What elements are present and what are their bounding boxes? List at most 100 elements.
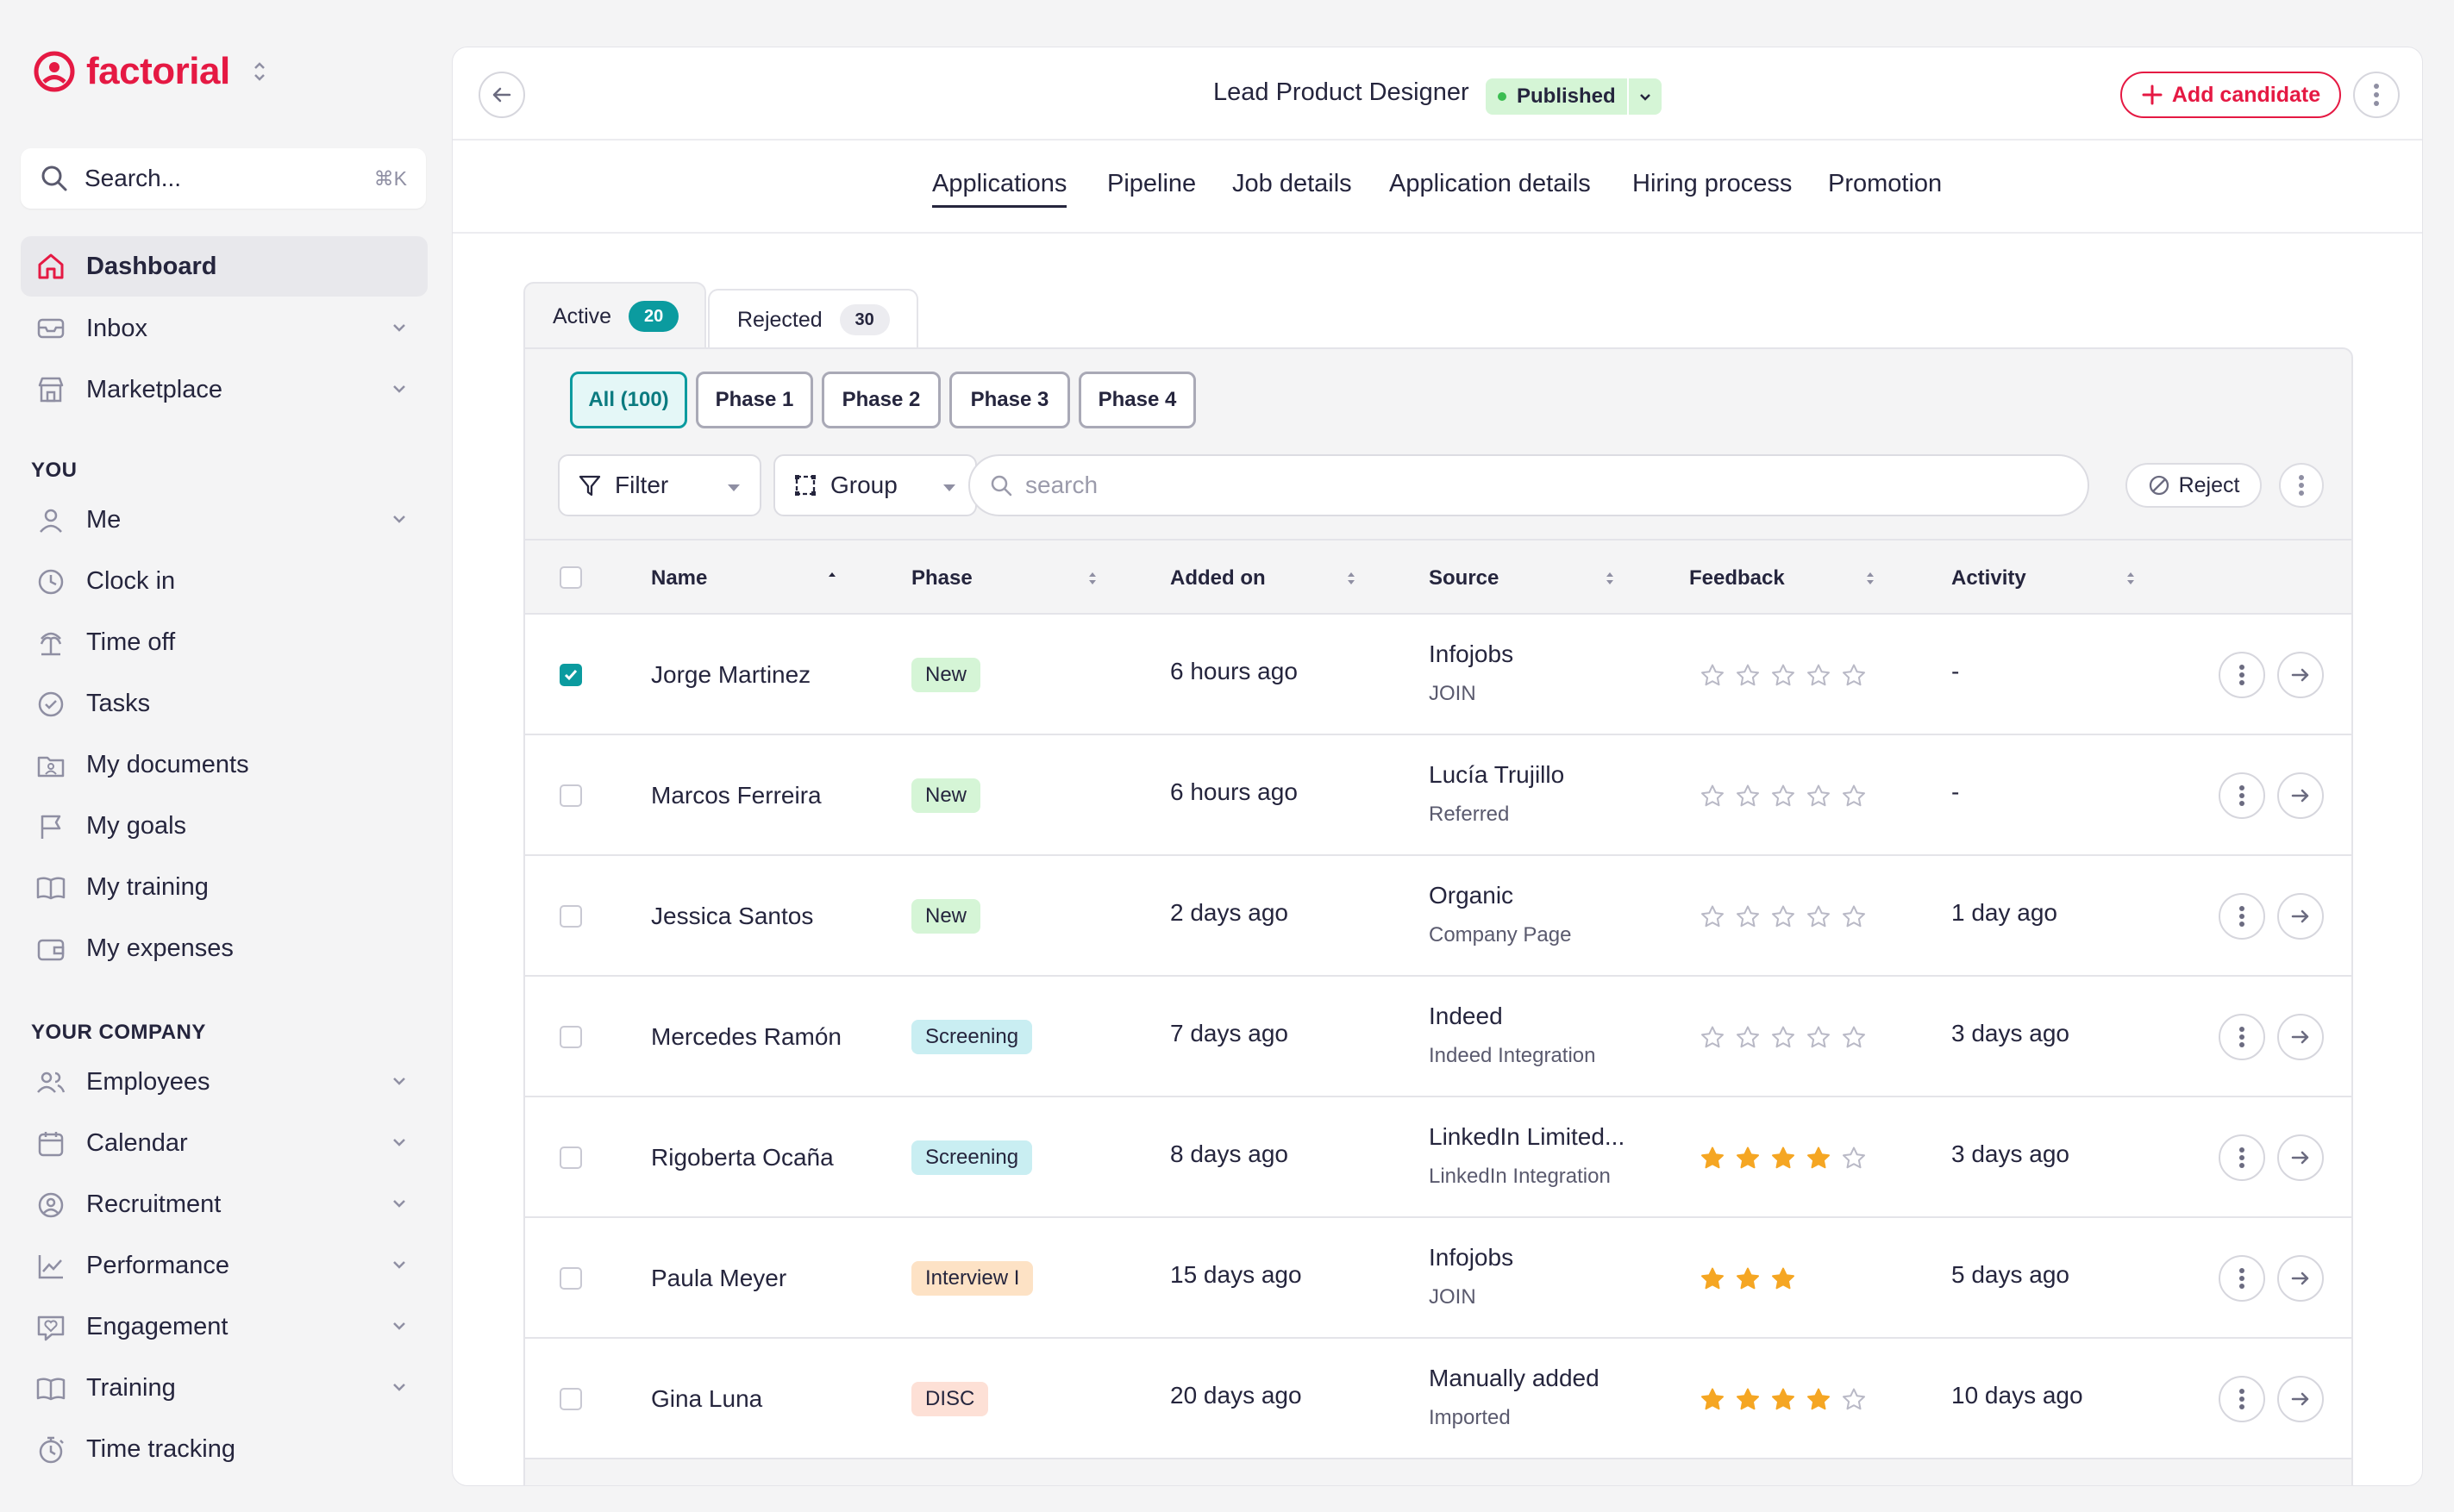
star-empty-icon[interactable] xyxy=(1700,904,1725,930)
add-candidate-button[interactable]: Add candidate xyxy=(2120,72,2341,118)
star-filled-icon[interactable] xyxy=(1735,1387,1761,1413)
column-header-source[interactable]: Source xyxy=(1429,566,1499,590)
row-checkbox[interactable] xyxy=(560,664,582,686)
candidate-name[interactable]: Marcos Ferreira xyxy=(651,778,875,813)
column-header-added-on[interactable]: Added on xyxy=(1170,566,1266,590)
sort-icon[interactable] xyxy=(2125,570,2136,587)
phase-filter-all[interactable]: All (100) xyxy=(570,372,687,428)
sidebar-item-my-training[interactable]: My training xyxy=(21,857,428,918)
header-more-button[interactable] xyxy=(2353,72,2400,118)
open-candidate-button[interactable] xyxy=(2277,652,2324,698)
panel-more-button[interactable] xyxy=(2279,463,2324,508)
phase-filter-1[interactable]: Phase 1 xyxy=(696,372,813,428)
star-empty-icon[interactable] xyxy=(1841,1146,1867,1171)
row-more-button[interactable] xyxy=(2219,1134,2265,1181)
star-filled-icon[interactable] xyxy=(1700,1146,1725,1171)
tab-pipeline[interactable]: Pipeline xyxy=(1107,170,1196,205)
star-empty-icon[interactable] xyxy=(1841,784,1867,809)
sidebar-item-time-tracking[interactable]: Time tracking xyxy=(21,1419,428,1480)
star-filled-icon[interactable] xyxy=(1806,1387,1831,1413)
open-candidate-button[interactable] xyxy=(2277,772,2324,819)
star-empty-icon[interactable] xyxy=(1841,904,1867,930)
filter-dropdown[interactable]: Filter xyxy=(558,454,761,516)
star-empty-icon[interactable] xyxy=(1700,663,1725,689)
column-header-phase[interactable]: Phase xyxy=(911,566,973,590)
sidebar-item-calendar[interactable]: Calendar xyxy=(21,1113,428,1174)
star-filled-icon[interactable] xyxy=(1735,1266,1761,1292)
star-filled-icon[interactable] xyxy=(1770,1146,1796,1171)
subtab-active[interactable]: Active 20 xyxy=(523,282,706,349)
row-checkbox[interactable] xyxy=(560,784,582,807)
status-caret[interactable] xyxy=(1627,78,1662,115)
open-candidate-button[interactable] xyxy=(2277,1255,2324,1302)
table-row[interactable]: Mercedes Ramón Screening 7 days ago Indeed I… xyxy=(525,977,2351,1097)
table-row[interactable]: Marcos Ferreira New 6 hours ago Lucía Truji… xyxy=(525,735,2351,856)
star-empty-icon[interactable] xyxy=(1806,784,1831,809)
star-empty-icon[interactable] xyxy=(1841,1387,1867,1413)
candidate-name[interactable]: Jessica Santos xyxy=(651,899,875,934)
table-row[interactable]: Paula Meyer Interview I 15 days ago Infojob… xyxy=(525,1218,2351,1339)
sidebar-item-recruitment[interactable]: Recruitment xyxy=(21,1174,428,1235)
star-empty-icon[interactable] xyxy=(1806,1025,1831,1051)
tab-hiring-process[interactable]: Hiring process xyxy=(1632,170,1792,205)
candidate-name[interactable]: Paula Meyer xyxy=(651,1261,875,1296)
star-empty-icon[interactable] xyxy=(1770,663,1796,689)
star-empty-icon[interactable] xyxy=(1841,1025,1867,1051)
status-dropdown[interactable]: Published xyxy=(1486,78,1662,115)
sort-asc-icon[interactable] xyxy=(827,570,837,587)
row-checkbox[interactable] xyxy=(560,1026,582,1048)
select-all-checkbox[interactable] xyxy=(560,566,582,589)
star-empty-icon[interactable] xyxy=(1735,904,1761,930)
sidebar-item-inbox[interactable]: Inbox xyxy=(21,298,428,359)
subtab-rejected[interactable]: Rejected 30 xyxy=(708,289,918,349)
sidebar-item-dashboard[interactable]: Dashboard xyxy=(21,236,428,297)
sort-icon[interactable] xyxy=(1346,570,1356,587)
row-more-button[interactable] xyxy=(2219,1014,2265,1060)
tab-applications[interactable]: Applications xyxy=(932,170,1067,208)
sidebar-item-training[interactable]: Training xyxy=(21,1358,428,1419)
open-candidate-button[interactable] xyxy=(2277,1134,2324,1181)
switcher-icon[interactable] xyxy=(253,60,266,83)
star-empty-icon[interactable] xyxy=(1770,904,1796,930)
sidebar-item-clock-in[interactable]: Clock in xyxy=(21,551,428,612)
star-empty-icon[interactable] xyxy=(1700,784,1725,809)
sidebar-item-marketplace[interactable]: Marketplace xyxy=(21,359,428,420)
global-search[interactable]: Search... ⌘K xyxy=(21,148,426,209)
row-more-button[interactable] xyxy=(2219,1376,2265,1422)
star-filled-icon[interactable] xyxy=(1735,1146,1761,1171)
open-candidate-button[interactable] xyxy=(2277,893,2324,940)
tab-promotion[interactable]: Promotion xyxy=(1828,170,1942,205)
sort-icon[interactable] xyxy=(1865,570,1875,587)
star-empty-icon[interactable] xyxy=(1770,1025,1796,1051)
table-search-input[interactable]: search xyxy=(968,454,2089,516)
star-empty-icon[interactable] xyxy=(1806,904,1831,930)
row-more-button[interactable] xyxy=(2219,652,2265,698)
open-candidate-button[interactable] xyxy=(2277,1014,2324,1060)
star-empty-icon[interactable] xyxy=(1841,663,1867,689)
group-dropdown[interactable]: Group xyxy=(773,454,977,516)
star-filled-icon[interactable] xyxy=(1700,1266,1725,1292)
tab-application-details[interactable]: Application details xyxy=(1389,170,1591,205)
sidebar-item-tasks[interactable]: Tasks xyxy=(21,673,428,734)
sidebar-item-my-goals[interactable]: My goals xyxy=(21,796,428,857)
sort-icon[interactable] xyxy=(1605,570,1615,587)
tab-job-details[interactable]: Job details xyxy=(1232,170,1352,205)
star-empty-icon[interactable] xyxy=(1770,784,1796,809)
star-empty-icon[interactable] xyxy=(1735,663,1761,689)
sidebar-item-performance[interactable]: Performance xyxy=(21,1235,428,1296)
reject-button[interactable]: Reject xyxy=(2125,463,2262,508)
phase-filter-3[interactable]: Phase 3 xyxy=(949,372,1070,428)
row-checkbox[interactable] xyxy=(560,1388,582,1410)
phase-filter-2[interactable]: Phase 2 xyxy=(822,372,941,428)
star-filled-icon[interactable] xyxy=(1770,1266,1796,1292)
row-more-button[interactable] xyxy=(2219,1255,2265,1302)
phase-filter-4[interactable]: Phase 4 xyxy=(1079,372,1196,428)
candidate-name[interactable]: Gina Luna xyxy=(651,1382,875,1416)
sidebar-item-employees[interactable]: Employees xyxy=(21,1052,428,1113)
column-header-feedback[interactable]: Feedback xyxy=(1689,566,1785,590)
row-checkbox[interactable] xyxy=(560,1267,582,1290)
table-row[interactable]: Jessica Santos New 2 days ago Organic Compan… xyxy=(525,856,2351,977)
row-more-button[interactable] xyxy=(2219,772,2265,819)
sort-icon[interactable] xyxy=(1087,570,1098,587)
sidebar-item-my-expenses[interactable]: My expenses xyxy=(21,918,428,979)
